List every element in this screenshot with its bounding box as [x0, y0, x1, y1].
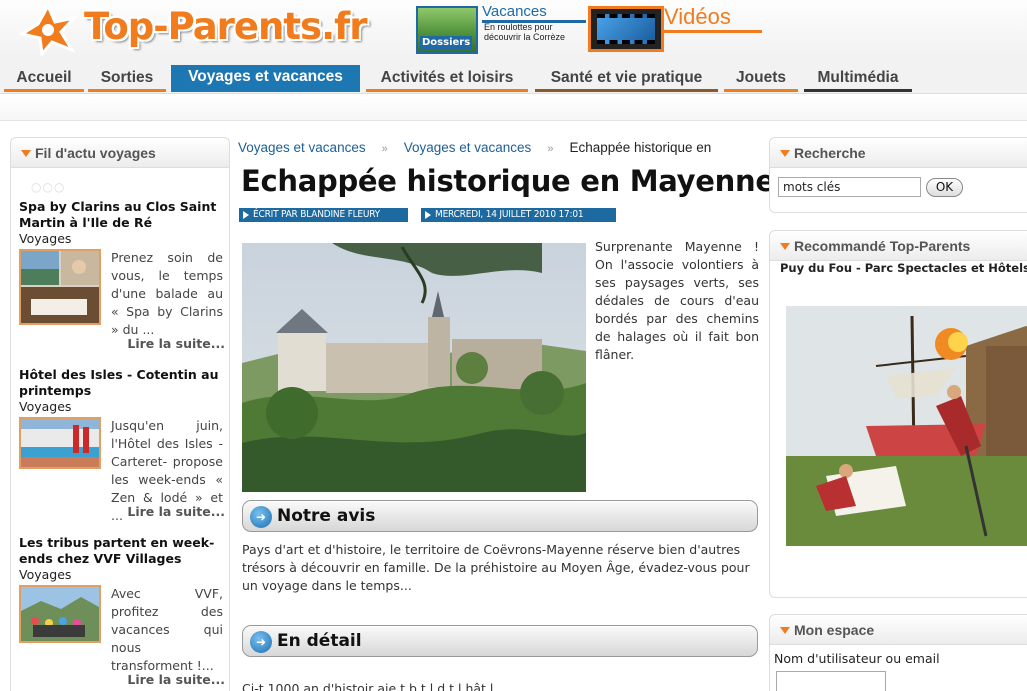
- en-detail-header: ➜ En détail: [242, 625, 758, 657]
- date-badge: MERCREDI, 14 JUILLET 2010 17:01: [421, 208, 616, 222]
- username-input[interactable]: [776, 671, 886, 691]
- breadcrumb-item[interactable]: Voyages et vacances: [238, 140, 366, 155]
- triangle-down-icon: [780, 627, 790, 634]
- news-category[interactable]: Voyages: [19, 399, 225, 415]
- logo-star-icon: [18, 4, 78, 56]
- site-header: Top-Parents.fr Dossiers Vacances En roul…: [0, 0, 1027, 62]
- news-category[interactable]: Voyages: [19, 231, 225, 247]
- section-title: Notre avis: [277, 506, 376, 526]
- promo-vacances-title[interactable]: Vacances: [482, 3, 586, 23]
- section-title: En détail: [277, 631, 362, 651]
- page-title: Echappée historique en Mayenne: [241, 164, 775, 198]
- read-more-link[interactable]: Lire la suite...: [127, 504, 225, 519]
- recommended-box-title: Recommandé Top-Parents: [794, 238, 971, 254]
- news-item: Spa by Clarins au Clos Saint Martin à l'…: [19, 199, 225, 359]
- logo-text: Top-Parents.fr: [84, 5, 367, 48]
- site-logo[interactable]: Top-Parents.fr: [14, 2, 374, 56]
- read-more-link[interactable]: Lire la suite...: [127, 672, 225, 687]
- article-intro: Surprenante Mayenne ! On l'associe volon…: [595, 239, 759, 362]
- search-ok-button[interactable]: OK: [926, 178, 963, 197]
- nav-item-multimedia[interactable]: Multimédia: [804, 66, 912, 92]
- account-box-header: Mon espace: [770, 615, 1027, 645]
- film-icon[interactable]: [588, 6, 664, 52]
- sub-nav-bar: [0, 95, 1027, 121]
- recommended-item-title[interactable]: Puy du Fou - Parc Spectacles et Hôtels -…: [780, 261, 1027, 275]
- breadcrumb-separator-icon: »: [381, 143, 388, 155]
- dossiers-badge: Dossiers: [420, 36, 473, 49]
- nav-item-sorties[interactable]: Sorties: [88, 66, 166, 92]
- breadcrumb: Voyages et vacances » Voyages et vacances »…: [238, 140, 758, 158]
- arrow-right-circle-icon: ➜: [250, 506, 272, 528]
- news-body: Avec VVF, profitez des vacances qui nous…: [111, 586, 223, 673]
- breadcrumb-item[interactable]: Voyages et vacances: [404, 140, 532, 155]
- triangle-down-icon: [21, 150, 31, 157]
- news-thumbnail[interactable]: [19, 585, 101, 643]
- account-box-title: Mon espace: [794, 622, 875, 638]
- nav-item-voyages[interactable]: Voyages et vacances: [171, 65, 360, 92]
- recommended-box: Recommandé Top-Parents Puy du Fou - Parc…: [769, 230, 1027, 598]
- username-label: Nom d'utilisateur ou email: [774, 651, 940, 666]
- news-thumbnail[interactable]: [19, 417, 101, 469]
- news-sidebar-header: Fil d'actu voyages: [11, 138, 229, 168]
- carousel-dots[interactable]: ○○○: [31, 180, 65, 194]
- main-nav: Accueil Sorties Voyages et vacances Acti…: [0, 62, 1027, 94]
- nav-item-activites[interactable]: Activités et loisirs: [366, 66, 528, 92]
- news-title[interactable]: Hôtel des Isles - Cotentin au printemps: [19, 367, 225, 399]
- news-item: Les tribus partent en week-ends chez VVF…: [19, 535, 225, 691]
- news-item: Hôtel des Isles - Cotentin au printemps …: [19, 367, 225, 527]
- news-body: Prenez soin de vous, le temps d'une bala…: [111, 250, 223, 337]
- search-box: Recherche OK: [769, 137, 1027, 213]
- nav-item-jouets[interactable]: Jouets: [724, 66, 798, 92]
- promo-videos-title[interactable]: Vidéos: [664, 4, 762, 33]
- news-sidebar: Fil d'actu voyages ○○○ Spa by Clarins au…: [10, 137, 230, 691]
- news-thumbnail[interactable]: [19, 249, 101, 325]
- promo-vacances[interactable]: Dossiers Vacances En roulottes pour déco…: [416, 3, 586, 56]
- news-sidebar-title: Fil d'actu voyages: [35, 145, 156, 161]
- search-box-header: Recherche: [770, 138, 1027, 168]
- author-badge: ÉCRIT PAR BLANDINE FLEURY: [239, 208, 408, 222]
- en-detail-text: Ci-t 1000 an d'histoir aie t b t l d t l…: [242, 681, 494, 691]
- breadcrumb-current: Echappée historique en: [569, 140, 712, 155]
- arrow-right-circle-icon: ➜: [250, 631, 272, 653]
- news-title[interactable]: Spa by Clarins au Clos Saint Martin à l'…: [19, 199, 225, 231]
- triangle-down-icon: [780, 150, 790, 157]
- news-category[interactable]: Voyages: [19, 567, 225, 583]
- breadcrumb-separator-icon: »: [547, 143, 554, 155]
- account-box: Mon espace Nom d'utilisateur ou email: [769, 614, 1027, 691]
- read-more-link[interactable]: Lire la suite...: [127, 336, 225, 351]
- notre-avis-header: ➜ Notre avis: [242, 500, 758, 532]
- nav-item-accueil[interactable]: Accueil: [4, 66, 84, 92]
- nav-item-sante[interactable]: Santé et vie pratique: [535, 66, 718, 92]
- article-hero-image: [242, 243, 586, 492]
- recommended-box-header: Recommandé Top-Parents: [770, 231, 1027, 261]
- recommended-image[interactable]: [786, 306, 1027, 546]
- search-box-title: Recherche: [794, 145, 866, 161]
- triangle-down-icon: [780, 243, 790, 250]
- news-title[interactable]: Les tribus partent en week-ends chez VVF…: [19, 535, 225, 567]
- promo-vacances-thumbnail[interactable]: Dossiers: [416, 6, 478, 54]
- notre-avis-text: Pays d'art et d'histoire, le territoire …: [242, 542, 750, 593]
- promo-vacances-subtitle[interactable]: En roulottes pour découvrir la Corrèze: [484, 22, 584, 42]
- search-input[interactable]: [778, 177, 921, 197]
- promo-videos[interactable]: Vidéos: [588, 4, 763, 54]
